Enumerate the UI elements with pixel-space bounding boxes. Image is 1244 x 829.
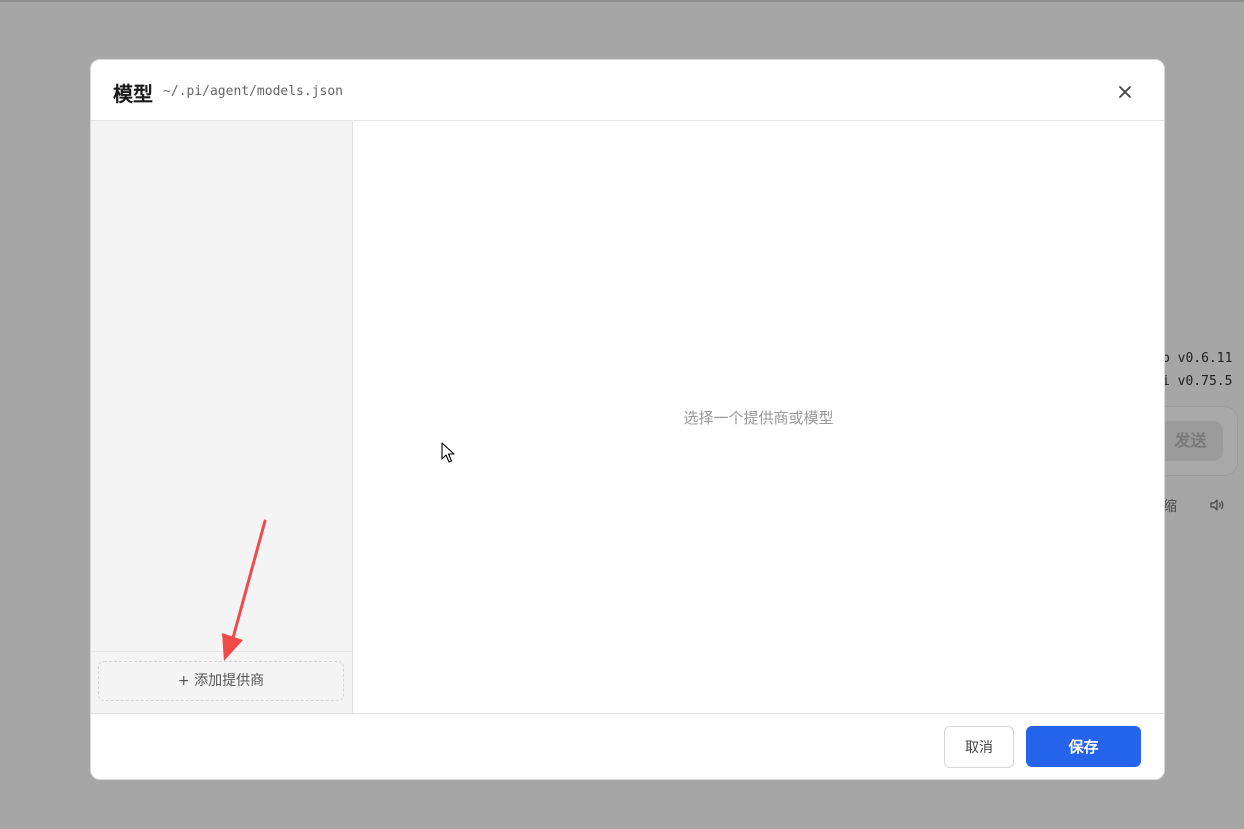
- background-version-line: i v0.75.5: [1162, 374, 1233, 389]
- cancel-button[interactable]: 取消: [944, 726, 1014, 768]
- detail-panel: 选择一个提供商或模型: [353, 121, 1164, 713]
- background-compress-label: 缩: [1163, 499, 1177, 515]
- dialog-header: 模型 ~/.pi/agent/models.json: [91, 60, 1164, 121]
- dialog-title: 模型: [113, 82, 153, 106]
- dialog-footer: 取消 保存: [91, 713, 1164, 779]
- models-dialog: 模型 ~/.pi/agent/models.json + 添加提供商 选择一个提…: [90, 59, 1165, 780]
- provider-sidebar: + 添加提供商: [91, 121, 353, 713]
- save-button[interactable]: 保存: [1026, 726, 1141, 767]
- empty-state-hint: 选择一个提供商或模型: [683, 409, 834, 427]
- close-icon[interactable]: [1115, 82, 1135, 102]
- window-top-border: [0, 0, 1244, 2]
- background-version-line: p v0.6.11: [1162, 351, 1233, 366]
- background-send-button: 发送: [1158, 421, 1223, 461]
- config-file-path: ~/.pi/agent/models.json: [163, 84, 344, 99]
- speaker-icon: [1210, 499, 1224, 511]
- mouse-cursor-icon: [441, 442, 455, 463]
- add-provider-button[interactable]: + 添加提供商: [98, 661, 344, 701]
- sidebar-footer: + 添加提供商: [91, 651, 352, 713]
